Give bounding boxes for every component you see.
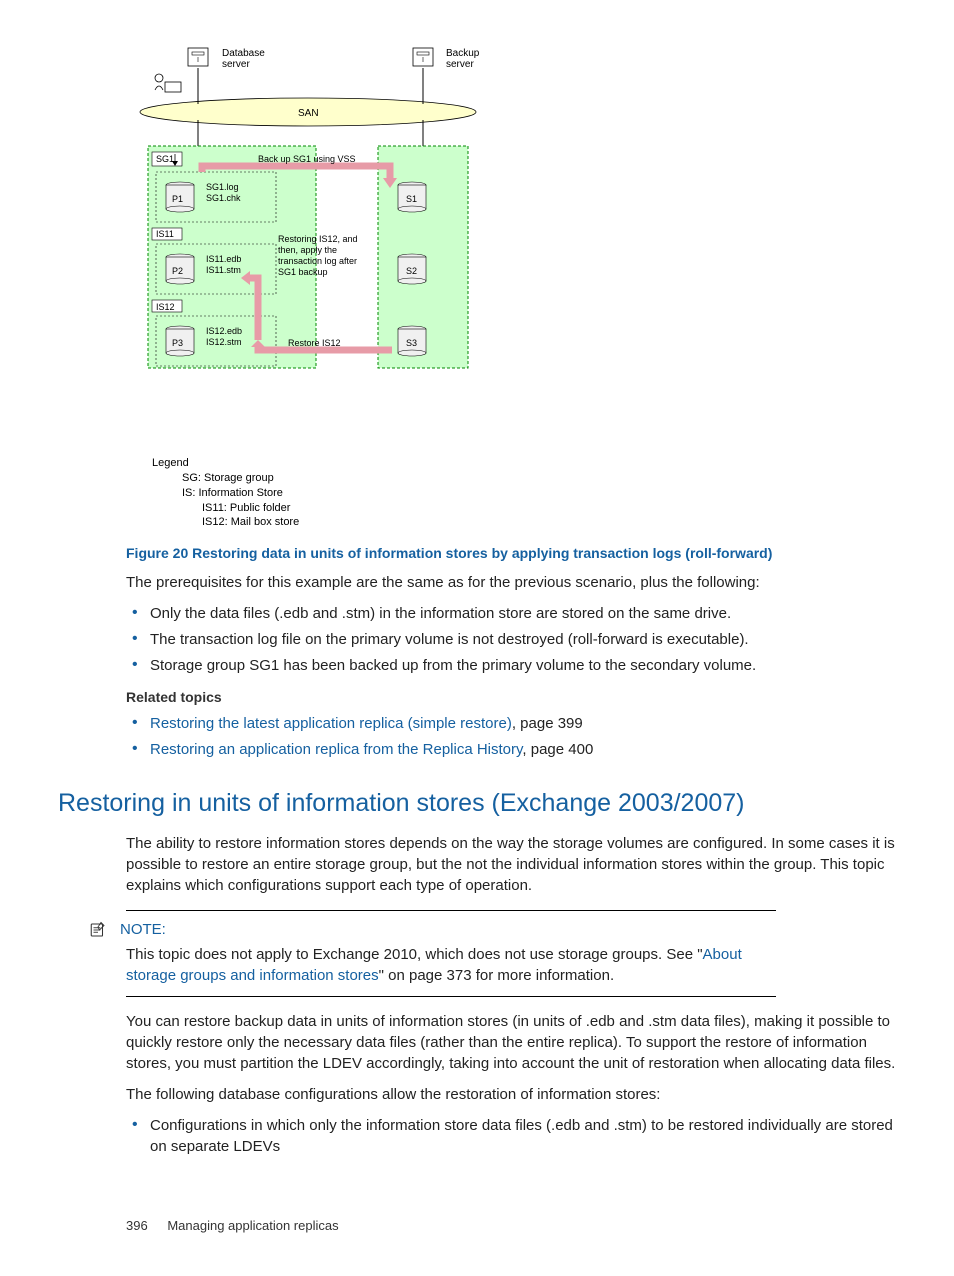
section-paragraph: The ability to restore information store… xyxy=(126,833,896,896)
config-list: Configurations in which only the informa… xyxy=(126,1115,896,1157)
section-paragraph: You can restore backup data in units of … xyxy=(126,1011,896,1074)
svg-text:IS11: IS11 xyxy=(156,229,174,239)
diagram-legend: Legend SG: Storage group IS: Information… xyxy=(152,456,896,530)
svg-text:transaction log after: transaction log after xyxy=(278,256,357,266)
svg-text:SAN: SAN xyxy=(298,108,319,119)
page-number: 396 xyxy=(126,1218,148,1233)
note-icon xyxy=(88,921,108,939)
svg-text:SG1.log: SG1.log xyxy=(206,182,239,192)
svg-text:P2: P2 xyxy=(172,266,183,276)
svg-text:SG1.chk: SG1.chk xyxy=(206,193,241,203)
figure-caption: Figure 20 Restoring data in units of inf… xyxy=(126,544,896,564)
svg-text:Restore IS12: Restore IS12 xyxy=(288,338,341,348)
svg-text:IS11.stm: IS11.stm xyxy=(206,265,241,275)
svg-text:Database: Database xyxy=(222,48,265,59)
footer-title: Managing application replicas xyxy=(167,1218,338,1233)
page-footer: 396 Managing application replicas xyxy=(126,1217,896,1235)
note-block: NOTE: This topic does not apply to Excha… xyxy=(126,910,896,997)
svg-text:server: server xyxy=(446,59,474,70)
related-link[interactable]: Restoring an application replica from th… xyxy=(150,741,522,758)
figure-diagram: Database server Backup server SAN SG1 Ba… xyxy=(138,40,896,530)
svg-text:SG1 backup: SG1 backup xyxy=(278,267,328,277)
related-topics-heading: Related topics xyxy=(126,688,896,708)
svg-text:IS12.stm: IS12.stm xyxy=(206,337,242,347)
list-item: Only the data files (.edb and .stm) in t… xyxy=(126,603,896,624)
legend-is: IS: Information Store xyxy=(182,486,896,501)
svg-text:P1: P1 xyxy=(172,194,183,204)
list-item: The transaction log file on the primary … xyxy=(126,629,896,650)
note-text: This topic does not apply to Exchange 20… xyxy=(126,946,703,963)
legend-sg: SG: Storage group xyxy=(182,471,896,486)
divider xyxy=(126,996,776,997)
divider xyxy=(126,910,776,911)
svg-text:P3: P3 xyxy=(172,338,183,348)
related-topics-list: Restoring the latest application replica… xyxy=(126,713,896,760)
svg-text:Restoring IS12, and: Restoring IS12, and xyxy=(278,234,358,244)
prereq-list: Only the data files (.edb and .stm) in t… xyxy=(126,603,896,676)
svg-text:S2: S2 xyxy=(406,266,417,276)
svg-text:IS12: IS12 xyxy=(156,302,175,312)
legend-is11: IS11: Public folder xyxy=(202,501,896,516)
section-heading: Restoring in units of information stores… xyxy=(58,786,896,821)
section-paragraph: The following database configurations al… xyxy=(126,1084,896,1105)
related-suffix: , page 400 xyxy=(522,741,593,758)
svg-text:S3: S3 xyxy=(406,338,417,348)
svg-text:IS12.edb: IS12.edb xyxy=(206,326,242,336)
list-item: Restoring an application replica from th… xyxy=(126,739,896,760)
note-label: NOTE: xyxy=(120,919,166,940)
prereq-intro: The prerequisites for this example are t… xyxy=(126,572,896,593)
list-item: Restoring the latest application replica… xyxy=(126,713,896,734)
legend-is12: IS12: Mail box store xyxy=(202,515,896,530)
svg-text:S1: S1 xyxy=(406,194,417,204)
svg-text:Back up SG1 using VSS: Back up SG1 using VSS xyxy=(258,154,356,164)
list-item: Storage group SG1 has been backed up fro… xyxy=(126,655,896,676)
svg-text:Backup: Backup xyxy=(446,48,480,59)
legend-title: Legend xyxy=(152,456,896,471)
svg-text:SG1: SG1 xyxy=(156,154,174,164)
related-suffix: , page 399 xyxy=(512,715,583,732)
svg-text:IS11.edb: IS11.edb xyxy=(206,254,241,264)
svg-text:then, apply the: then, apply the xyxy=(278,245,337,255)
list-item: Configurations in which only the informa… xyxy=(126,1115,896,1157)
note-body: This topic does not apply to Exchange 20… xyxy=(126,944,776,986)
related-link[interactable]: Restoring the latest application replica… xyxy=(150,715,512,732)
note-text: " on page 373 for more information. xyxy=(379,967,614,984)
svg-text:server: server xyxy=(222,59,250,70)
